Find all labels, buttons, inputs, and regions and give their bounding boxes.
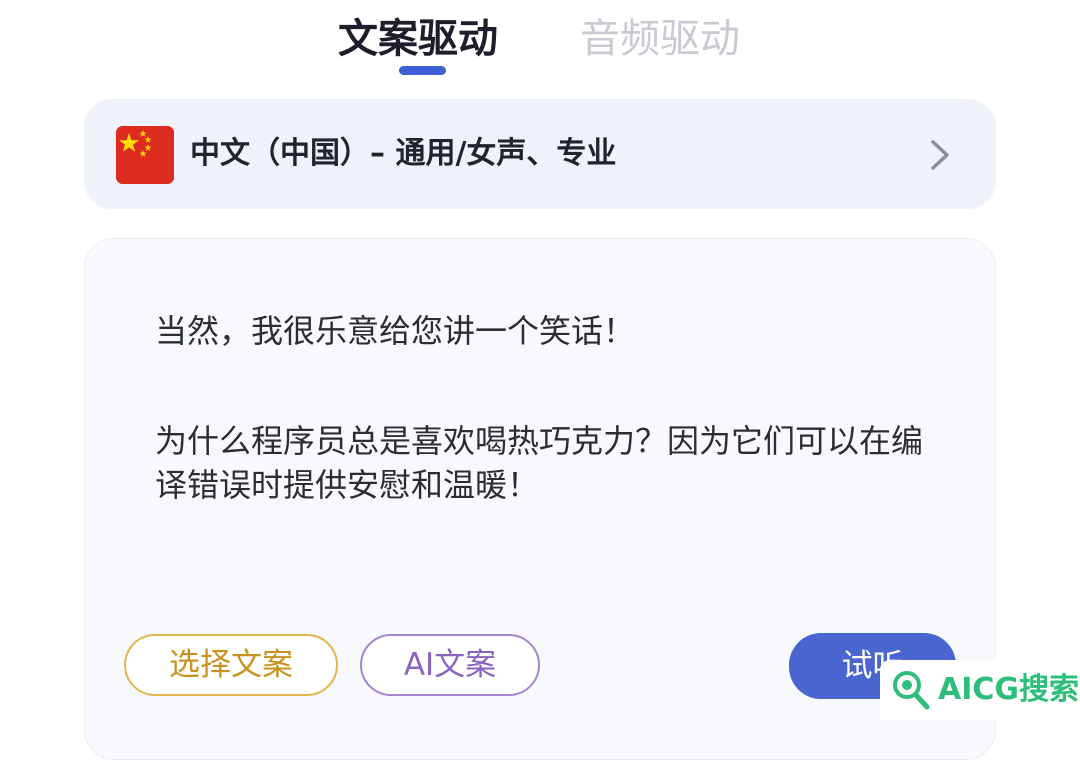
- script-paragraph-1: 当然，我很乐意给您讲一个笑话！: [155, 312, 636, 350]
- ai-script-button[interactable]: AI文案: [360, 634, 540, 696]
- tab-script-driven[interactable]: 文案驱动: [338, 12, 498, 66]
- watermark: AICG搜索: [880, 660, 1080, 720]
- magnifier-icon: [893, 671, 930, 710]
- watermark-text: AICG搜索: [938, 672, 1080, 707]
- tab-bar: 文案驱动 音频驱动: [0, 0, 1080, 90]
- tab-audio-driven[interactable]: 音频驱动: [580, 12, 740, 66]
- chevron-right-icon: [931, 140, 949, 170]
- script-paragraph-2: 为什么程序员总是喜欢喝热巧克力？因为它们可以在编译错误时提供安慰和温暖！: [155, 422, 924, 504]
- script-text: 当然，我很乐意给您讲一个笑话！ 为什么程序员总是喜欢喝热巧克力？因为它们可以在编…: [155, 309, 925, 507]
- language-selector[interactable]: 中文（中国）– 通用/女声、专业: [84, 99, 996, 209]
- active-tab-indicator: [399, 66, 446, 75]
- language-label: 中文（中国）– 通用/女声、专业: [190, 136, 617, 171]
- select-script-button[interactable]: 选择文案: [124, 634, 338, 696]
- china-flag-icon: [116, 126, 174, 184]
